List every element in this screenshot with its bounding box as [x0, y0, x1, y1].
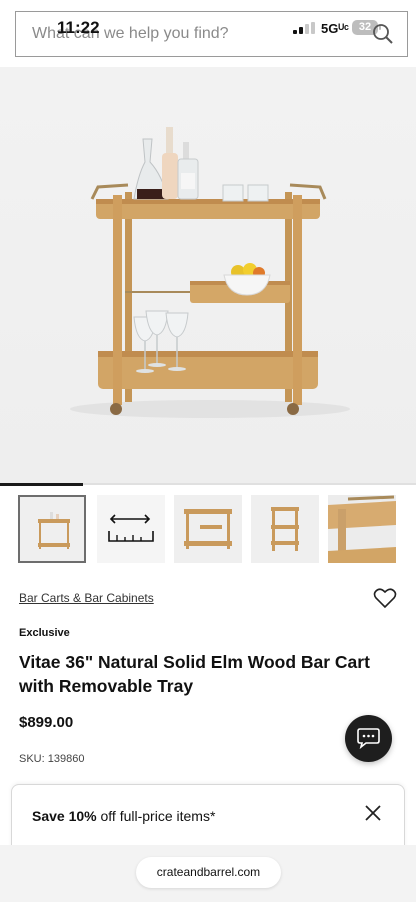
- battery-level: 32: [358, 21, 372, 33]
- product-sku: SKU: 139860: [19, 753, 85, 765]
- signal-icon: [293, 22, 315, 34]
- thumb-dimensions-icon[interactable]: [97, 495, 165, 563]
- thumb-cart-styled[interactable]: [18, 495, 86, 563]
- promo-highlight: Save 10%: [32, 808, 97, 824]
- exclusive-badge: Exclusive: [19, 627, 70, 639]
- url-bar[interactable]: crateandbarrel.com: [136, 857, 281, 888]
- breadcrumb-link[interactable]: Bar Carts & Bar Cabinets: [19, 591, 154, 605]
- promo-text: Save 10% off full-price items*: [32, 808, 215, 824]
- bar-cart-photo[interactable]: [0, 67, 416, 483]
- heart-icon[interactable]: [373, 587, 397, 609]
- thumbnail-strip: [0, 495, 416, 565]
- thumb-cart-front[interactable]: [174, 495, 242, 563]
- product-title: Vitae 36" Natural Solid Elm Wood Bar Car…: [19, 652, 370, 696]
- thumb-cart-side[interactable]: [251, 495, 319, 563]
- chat-icon: [357, 728, 380, 749]
- promo-rest: off full-price items*: [96, 808, 216, 824]
- chat-button[interactable]: [345, 715, 392, 762]
- search-icon[interactable]: [372, 23, 394, 45]
- product-price: $899.00: [19, 714, 74, 731]
- close-icon[interactable]: [364, 804, 382, 822]
- status-time: 11:22: [57, 18, 100, 37]
- thumb-cart-detail[interactable]: [328, 495, 396, 563]
- network-label: 5Gᵁᶜ: [321, 21, 349, 36]
- gallery-progress-fill: [0, 483, 84, 486]
